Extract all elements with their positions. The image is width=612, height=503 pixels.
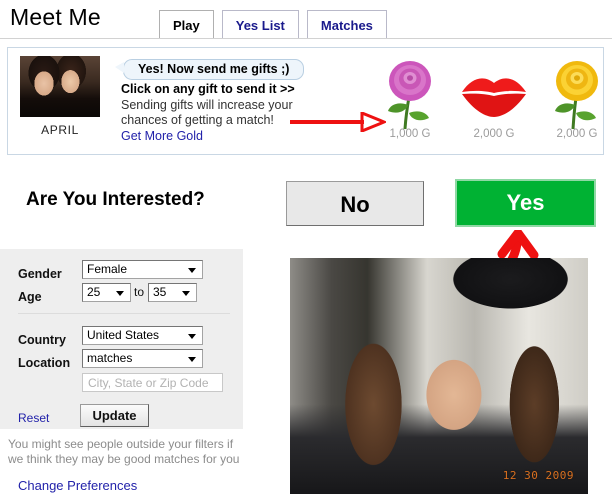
chevron-down-icon <box>116 290 124 296</box>
tab-play[interactable]: Play <box>159 10 214 39</box>
page-title: Meet Me <box>10 4 101 30</box>
gift-item-pink-rose[interactable]: 1,000 G <box>372 55 448 140</box>
filters-divider <box>18 313 230 314</box>
profile-thumbnail-image[interactable] <box>20 56 100 117</box>
app-header: Meet Me Play Yes List Matches <box>0 0 612 39</box>
photo-date-stamp: 12 30 2009 <box>502 469 574 482</box>
tab-matches[interactable]: Matches <box>306 10 387 39</box>
gender-select-value: Female <box>87 262 128 276</box>
location-label: Location <box>18 356 71 370</box>
speech-bubble: Yes! Now send me gifts ;) <box>115 59 305 80</box>
red-lips-icon[interactable] <box>456 55 532 131</box>
gift-item-yellow-rose[interactable]: 2,000 G <box>539 55 612 140</box>
tab-strip: Play Yes List Matches <box>159 10 395 39</box>
chevron-down-icon <box>188 356 196 362</box>
country-label: Country <box>18 333 66 347</box>
age-range-separator: to <box>134 285 145 299</box>
age-max-select[interactable]: 35 <box>148 283 197 302</box>
gender-label: Gender <box>18 267 62 281</box>
no-button[interactable]: No <box>286 181 424 226</box>
update-button[interactable]: Update <box>80 404 149 427</box>
gift-item-red-lips[interactable]: 2,000 G <box>456 55 532 140</box>
chevron-down-icon <box>182 290 190 296</box>
gift-instructions-bold: Click on any gift to send it >> <box>121 82 295 96</box>
chevron-down-icon <box>188 267 196 273</box>
chevron-down-icon <box>188 333 196 339</box>
profile-photo-image <box>290 258 588 494</box>
age-max-value: 35 <box>153 285 167 299</box>
location-select[interactable]: matches <box>82 349 203 368</box>
location-select-value: matches <box>87 351 133 365</box>
gift-instructions-rest: Sending gifts will increase your chances… <box>121 97 293 128</box>
gift-instructions: Click on any gift to send it >> Sending … <box>121 82 317 144</box>
country-select[interactable]: United States <box>82 326 203 345</box>
filters-panel: Gender Female Age 25 to 35 Country Unite… <box>0 249 243 429</box>
yes-button[interactable]: Yes <box>455 179 596 227</box>
zip-code-input[interactable] <box>82 373 223 392</box>
gift-banner: APRIL Yes! Now send me gifts ;) Click on… <box>7 47 604 155</box>
profile-photo[interactable]: 12 30 2009 <box>290 258 588 494</box>
speech-bubble-tail-icon <box>115 62 124 73</box>
filters-note: You might see people outside your filter… <box>8 437 240 466</box>
profile-name-label: APRIL <box>41 123 79 137</box>
country-select-value: United States <box>87 328 160 342</box>
age-label: Age <box>18 290 42 304</box>
header-divider <box>0 38 612 39</box>
age-min-select[interactable]: 25 <box>82 283 131 302</box>
speech-bubble-text: Yes! Now send me gifts ;) <box>138 62 290 76</box>
tab-yes-list[interactable]: Yes List <box>221 10 299 39</box>
reset-link[interactable]: Reset <box>18 411 49 425</box>
gender-select[interactable]: Female <box>82 260 203 279</box>
get-more-gold-link[interactable]: Get More Gold <box>121 129 203 143</box>
change-preferences-link[interactable]: Change Preferences <box>18 478 137 493</box>
age-min-value: 25 <box>87 285 101 299</box>
pink-rose-icon[interactable] <box>372 55 448 131</box>
yellow-rose-icon[interactable] <box>539 55 612 131</box>
interest-question: Are You Interested? <box>26 189 205 210</box>
profile-thumbnail-block[interactable]: APRIL <box>20 56 100 137</box>
